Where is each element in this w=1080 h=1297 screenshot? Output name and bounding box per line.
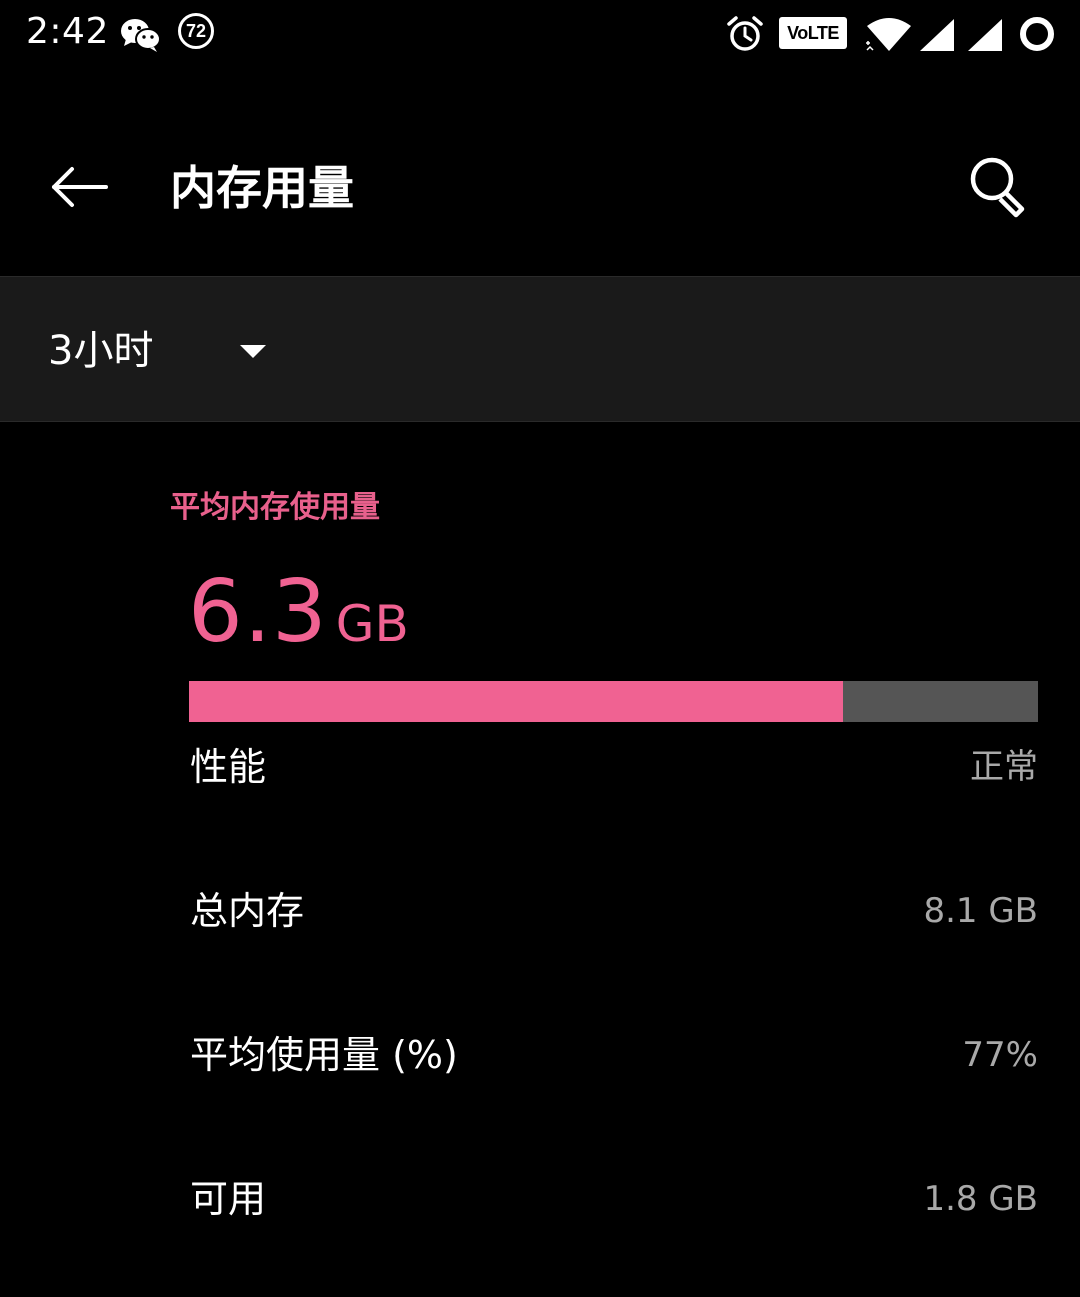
time-range-dropdown[interactable]: 3小时	[30, 313, 290, 387]
time-range-label: 3小时	[48, 328, 154, 374]
status-time: 2:42	[26, 11, 109, 52]
loading-ring-icon	[1020, 17, 1054, 51]
dropdown-arrow-icon	[240, 345, 266, 358]
alarm-icon	[727, 16, 763, 51]
average-memory-number: 6.3	[188, 562, 328, 662]
average-usage-value: 77%	[962, 1035, 1038, 1075]
info-row-available: 可用 1.8 GB	[190, 1169, 1038, 1229]
total-memory-label: 总内存	[190, 889, 305, 933]
average-memory-value: 6.3 GB	[188, 562, 409, 662]
info-row-total-memory: 总内存 8.1 GB	[190, 881, 1038, 941]
wechat-icon	[121, 19, 161, 52]
memory-usage-bar-fill	[189, 681, 843, 722]
search-button[interactable]	[960, 148, 1040, 228]
wifi-icon	[866, 18, 911, 51]
available-label: 可用	[190, 1177, 267, 1221]
available-value: 1.8 GB	[923, 1179, 1038, 1219]
performance-value: 正常	[970, 747, 1038, 787]
signal-icon	[968, 19, 1002, 51]
status-bar: 2:42 72 VoLTE	[0, 0, 1080, 68]
arrow-left-icon	[52, 167, 108, 207]
average-memory-unit: GB	[335, 595, 409, 653]
total-memory-value: 8.1 GB	[923, 891, 1038, 931]
signal-icon	[920, 19, 954, 51]
average-memory-label: 平均内存使用量	[170, 490, 380, 525]
back-button[interactable]	[40, 148, 120, 228]
memory-usage-bar	[189, 681, 1038, 722]
search-icon	[970, 157, 1025, 218]
average-usage-label: 平均使用量 (%)	[190, 1033, 458, 1077]
volte-icon: VoLTE	[779, 17, 847, 49]
page-title: 内存用量	[170, 161, 354, 215]
app-bar: 内存用量	[0, 68, 1080, 276]
notification-count-badge: 72	[178, 13, 214, 49]
info-row-performance: 性能 正常	[190, 737, 1038, 797]
info-row-average-usage: 平均使用量 (%) 77%	[190, 1025, 1038, 1085]
time-range-bar: 3小时	[0, 276, 1080, 422]
performance-label: 性能	[190, 745, 267, 789]
